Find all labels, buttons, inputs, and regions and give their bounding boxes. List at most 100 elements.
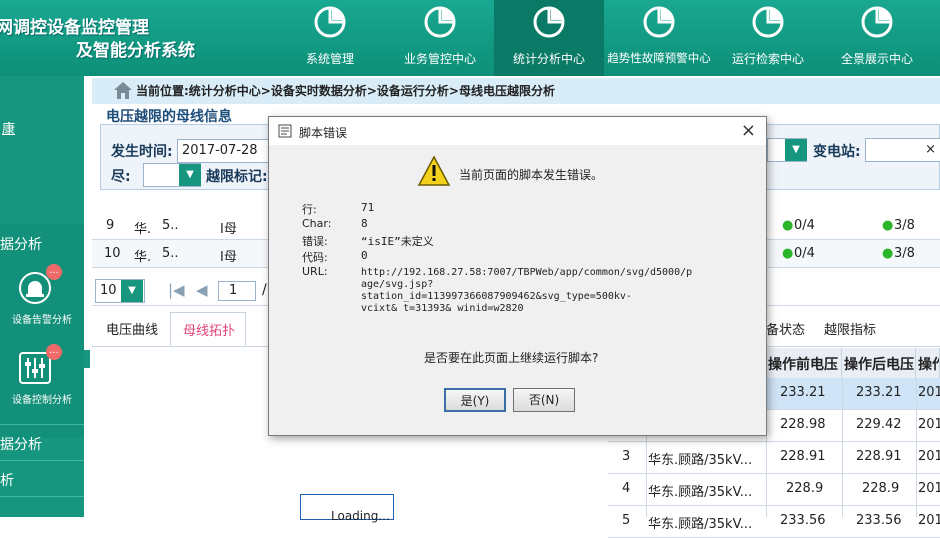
home-icon[interactable] — [112, 80, 134, 100]
loading-indicator: Loading... — [300, 494, 394, 523]
voltage-before: 228.9 — [786, 481, 824, 496]
sidebar-item-device-alarm-analysis[interactable]: 设备告警分析 — [0, 311, 84, 326]
location-pin-icon: ● — [782, 218, 794, 233]
row-time: 2017 — [918, 481, 940, 496]
tab-bus-topology[interactable]: 母线拓扑 — [170, 312, 246, 346]
row-alarm-count: 3/8 — [894, 246, 915, 261]
sidebar-section-data-analysis[interactable]: 据分析 — [0, 234, 42, 254]
tab-limit-indicator[interactable]: 越限指标 — [824, 312, 876, 346]
field-value: 71 — [361, 201, 375, 214]
nav-business-control[interactable]: 业务管控中心 — [385, 0, 495, 76]
voltage-after: 228.91 — [856, 449, 902, 464]
field-key: URL: — [302, 265, 328, 278]
field-key: 错误: — [302, 235, 328, 248]
table-row[interactable]: 5 华东.顾路/35kV... 233.56 233.56 2017 — [608, 506, 940, 538]
notification-badge: ... — [46, 264, 62, 280]
row-cell: 华. — [134, 250, 152, 265]
sidebar-divider — [0, 496, 84, 497]
nav-operation-search[interactable]: 运行检索中心 — [713, 0, 823, 76]
field-key: Char: — [302, 217, 332, 230]
end-label: 尽: — [111, 169, 131, 185]
url-continuation: vcixt& t=31393& winid=w2820 — [361, 303, 524, 314]
sidebar-link[interactable]: 康 — [2, 118, 15, 137]
nav-system-management[interactable]: 系统管理 — [275, 0, 385, 76]
field-value: “isIE”未定义 — [361, 235, 434, 248]
nav-label: 趋势性故障预警中心 — [607, 51, 711, 65]
sidebar-item-device-control-analysis[interactable]: 设备控制分析 — [0, 391, 84, 406]
url-continuation: station_id=113997366087909462&svg_type=5… — [361, 291, 632, 302]
voltage-after: 233.56 — [856, 513, 902, 528]
breadcrumb-bar: 当前位置:统计分析中心>设备实时数据分析>设备运行分析>母线电压越限分析 — [92, 78, 940, 104]
nav-statistics-analysis[interactable]: 统计分析中心 — [494, 0, 604, 76]
tab-equipment-status[interactable]: 备状态 — [766, 312, 805, 346]
column-header[interactable]: 操作前电压 — [766, 348, 842, 378]
row-number: 3 — [622, 449, 631, 464]
column-divider — [916, 378, 917, 517]
row-cell: 5.. — [162, 246, 179, 261]
pie-chart-icon — [424, 6, 456, 38]
chevron-down-icon[interactable]: ▼ — [179, 164, 201, 186]
dialog-message: 当前页面的脚本发生错误。 — [459, 168, 604, 182]
chevron-down-icon[interactable]: ▼ — [121, 280, 143, 302]
warning-icon — [417, 155, 451, 186]
field-value: http://192.168.27.58:7007/TBPWeb/app/com… — [361, 267, 693, 278]
nav-label: 统计分析中心 — [512, 52, 585, 66]
first-page-icon[interactable]: |◀ — [168, 281, 185, 299]
voltage-before: 228.98 — [780, 417, 826, 432]
sidebar-section-data-analysis-2[interactable]: 据分析 — [0, 434, 42, 454]
location-pin-icon: ● — [882, 218, 894, 233]
sidebar-collapse-handle[interactable] — [84, 350, 90, 368]
row-cell: 5.. — [162, 218, 179, 233]
field-value: 8 — [361, 217, 368, 230]
pie-chart-icon — [314, 6, 346, 38]
clear-icon[interactable]: × — [925, 142, 936, 157]
script-error-dialog: 脚本错误 × 当前页面的脚本发生错误。 行: 71 Char: 8 错误: “i… — [268, 116, 767, 436]
voltage-after: 233.21 — [856, 385, 902, 400]
sidebar-divider — [0, 460, 84, 461]
page-title: 电压越限的母线信息 — [106, 109, 232, 125]
row-number: 10 — [104, 246, 121, 261]
page-separator: / — [262, 282, 267, 298]
row-number: 9 — [106, 218, 115, 233]
page-number-input[interactable]: 1 — [218, 281, 256, 301]
sidebar-divider — [0, 424, 84, 425]
pie-chart-icon — [861, 6, 893, 38]
field-key: 代码: — [302, 251, 328, 264]
column-header[interactable]: 操作 — [916, 348, 940, 378]
no-button[interactable]: 否(N) — [513, 388, 575, 412]
app-header: 网调控设备监控管理 及智能分析系统 系统管理 业务管控中心 统计分析中心 趋势性… — [0, 0, 940, 76]
row-bus: Ⅰ母 — [220, 222, 237, 237]
notification-badge: ... — [46, 344, 62, 360]
yes-button[interactable]: 是(Y) — [444, 388, 506, 412]
row-number: 5 — [622, 513, 631, 528]
voltage-before: 233.56 — [780, 513, 826, 528]
pie-chart-icon — [752, 6, 784, 38]
breadcrumb: 当前位置:统计分析中心>设备实时数据分析>设备运行分析>母线电压越限分析 — [136, 84, 555, 98]
voltage-before: 228.91 — [780, 449, 826, 464]
close-icon[interactable]: × — [741, 120, 756, 141]
pie-chart-icon — [643, 6, 675, 38]
row-time: 2017 — [918, 385, 940, 400]
nav-panorama-display[interactable]: 全景展示中心 — [822, 0, 932, 76]
sidebar: 康 据分析 ... 设备告警分析 ... 设备控制分析 据分析 析 — [0, 76, 84, 517]
location-pin-icon: ● — [782, 246, 794, 261]
sidebar-section-analysis[interactable]: 析 — [0, 470, 14, 490]
table-row[interactable]: 4 华东.顾路/35kV... 228.9 228.9 2017 — [608, 474, 940, 506]
column-header[interactable]: 操作后电压 — [842, 348, 916, 378]
nav-label: 运行检索中心 — [731, 52, 804, 66]
nav-trend-fault-warning[interactable]: 趋势性故障预警中心 — [604, 0, 714, 76]
time-input[interactable]: 2017-07-28 — [177, 139, 273, 163]
column-divider — [842, 378, 843, 517]
dialog-title: 脚本错误 — [299, 126, 348, 140]
station-input[interactable]: × — [865, 138, 940, 162]
app-title-line2: 及智能分析系统 — [76, 41, 195, 61]
script-icon — [278, 124, 292, 138]
table-row[interactable]: 3 华东.顾路/35kV... 228.91 228.91 2017 — [608, 442, 940, 474]
row-alarm-count: 3/8 — [894, 218, 915, 233]
tab-voltage-curve[interactable]: 电压曲线 — [106, 312, 158, 346]
row-name: 华东.顾路/35kV... — [648, 517, 753, 532]
time-label: 发生时间: — [111, 144, 173, 160]
prev-page-icon[interactable]: ◀ — [196, 281, 208, 299]
app-title-line1: 网调控设备监控管理 — [0, 18, 149, 38]
chevron-down-icon[interactable]: ▼ — [785, 139, 807, 161]
